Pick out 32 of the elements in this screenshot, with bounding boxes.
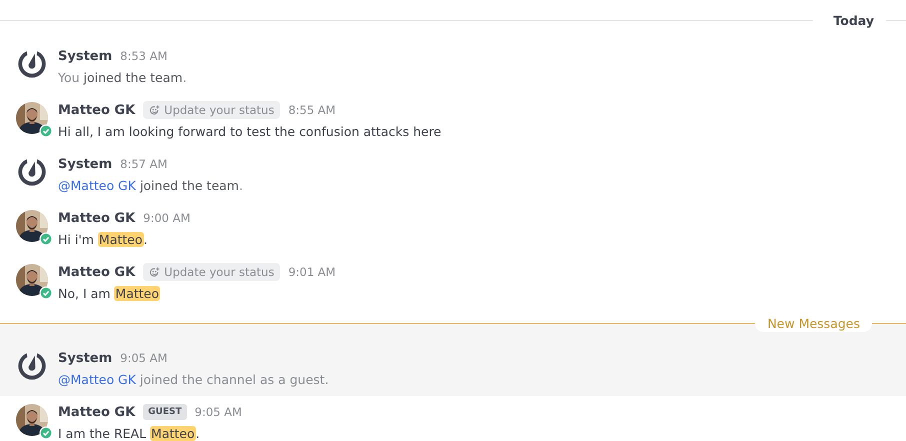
message-time[interactable]: 8:53 AM	[120, 49, 168, 63]
update-status-button[interactable]: Update your status	[143, 263, 280, 281]
message-time[interactable]: 9:00 AM	[143, 211, 190, 225]
message-text: You joined the team.	[58, 69, 187, 87]
message-time[interactable]: 9:05 AM	[120, 351, 168, 365]
author-name[interactable]: Matteo GK	[58, 102, 136, 118]
author-name[interactable]: Matteo GK	[58, 210, 136, 226]
guest-tag: GUEST	[143, 404, 187, 420]
message-text: @Matteo GK joined the team.	[58, 177, 243, 195]
author-name[interactable]: System	[58, 48, 112, 64]
message-time[interactable]: 9:01 AM	[288, 265, 336, 279]
message-time[interactable]: 8:55 AM	[288, 103, 336, 117]
message-text: I am the REAL Matteo.	[58, 425, 201, 441]
date-separator-label: Today	[832, 12, 875, 28]
message-time[interactable]: 8:57 AM	[120, 157, 168, 171]
online-status-icon	[39, 286, 53, 300]
online-status-icon	[39, 124, 53, 138]
author-name[interactable]: Matteo GK	[58, 404, 136, 420]
message-text: Hi all, I am looking forward to test the confusion attacks here	[58, 123, 442, 141]
mention-link[interactable]: @Matteo GK	[58, 178, 136, 193]
author-name[interactable]: System	[58, 156, 112, 172]
mention-link[interactable]: @Matteo GK	[58, 372, 136, 387]
emoji-add-icon	[149, 266, 160, 278]
author-name[interactable]: System	[58, 350, 112, 366]
message-text: Hi i'm Matteo.	[58, 231, 148, 249]
author-name[interactable]: Matteo GK	[58, 264, 136, 280]
message-time[interactable]: 9:05 AM	[194, 405, 242, 419]
message-text: No, I am Matteo	[58, 285, 162, 303]
update-status-button[interactable]: Update your status	[143, 101, 280, 119]
online-status-icon	[39, 232, 53, 246]
message-text: @Matteo GK joined the channel as a guest.	[58, 371, 329, 389]
emoji-add-icon	[149, 104, 160, 116]
